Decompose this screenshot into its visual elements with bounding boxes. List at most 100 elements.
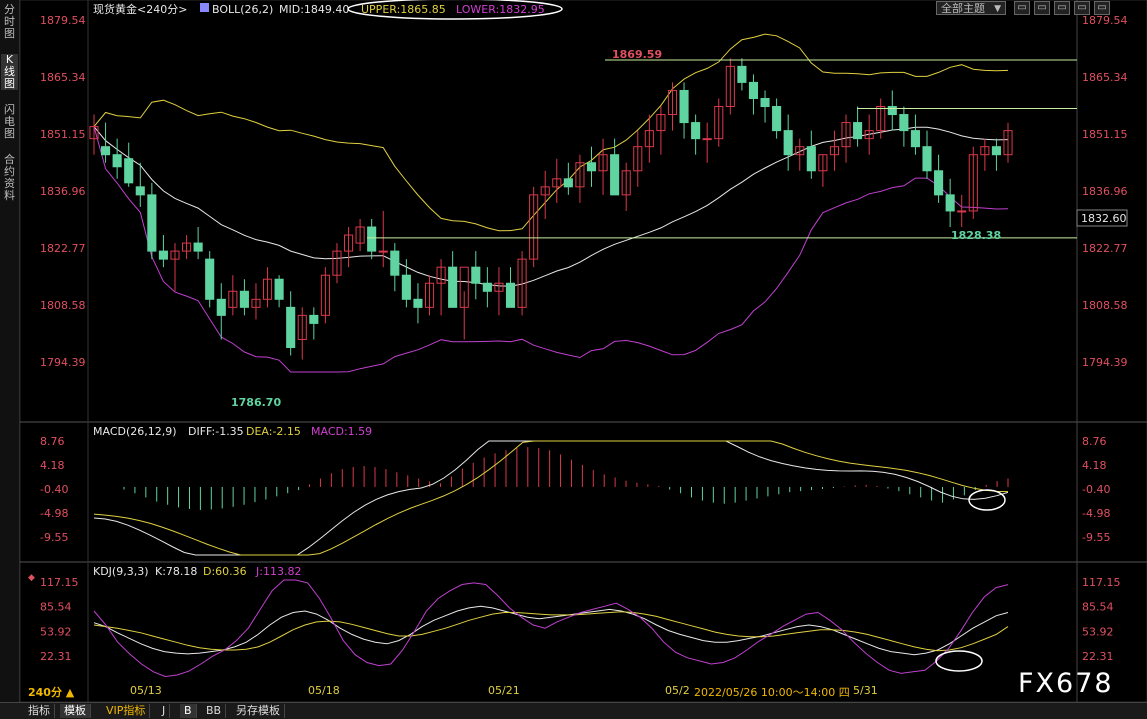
candle-body <box>679 89 689 124</box>
candle-body <box>135 186 145 196</box>
macd-cross-marker <box>968 489 1006 511</box>
candle-body <box>934 170 944 196</box>
price-axis-left-label: 1808.58 <box>40 299 86 312</box>
candle-body <box>760 97 770 108</box>
window-button-1[interactable]: ▭ <box>1014 1 1030 15</box>
candle-body <box>922 146 932 172</box>
macd-axis-right-label: 8.76 <box>1082 435 1107 448</box>
candle-body <box>286 306 296 349</box>
tab-indicators[interactable]: 指标 <box>24 704 55 718</box>
kdj-k: K:78.18 <box>155 565 197 578</box>
macd-axis-right-label: 4.18 <box>1082 459 1107 472</box>
tab-templates[interactable]: 模板 <box>60 704 91 718</box>
time-tooltip: 2022/05/26 10:00～14:00 四 <box>694 684 850 700</box>
watermark-logo: FX678 <box>1018 668 1114 699</box>
price-axis-right-label: 1836.96 <box>1082 185 1128 198</box>
candle-body <box>945 194 955 212</box>
candle-body <box>112 154 122 168</box>
price-axis-left-label: 1865.34 <box>40 71 86 84</box>
candle-body <box>205 258 215 300</box>
candle-body <box>101 146 111 156</box>
boll-upper-label: UPPER:1865.85 <box>361 3 446 16</box>
candle-body <box>887 106 897 116</box>
boll-upper-line <box>93 33 1009 232</box>
window-button-4[interactable]: ▭ <box>1074 1 1090 15</box>
price-axis-right-label: 1865.34 <box>1082 71 1128 84</box>
candle-body <box>737 65 747 83</box>
window-button-2[interactable]: ▭ <box>1034 1 1050 15</box>
candle-body <box>991 146 1001 156</box>
kdj-series <box>93 579 1009 678</box>
tab-b[interactable]: B <box>180 704 197 718</box>
kdj-axis-left-label: 85.54 <box>40 601 72 614</box>
candle-body <box>853 122 863 140</box>
candle-body <box>505 282 516 308</box>
tab-bb[interactable]: BB <box>202 704 227 718</box>
kdj-cross-marker <box>935 650 983 672</box>
macd-axis-right-label: -0.40 <box>1082 483 1110 496</box>
macd-title: MACD(26,12,9) <box>93 425 177 438</box>
candle-body <box>390 250 400 276</box>
candle-body <box>274 278 284 300</box>
window-button-5[interactable]: ▭ <box>1094 1 1110 15</box>
candle-body <box>783 130 793 156</box>
candle-body <box>216 298 226 316</box>
kdj-axis-right-label: 22.31 <box>1082 650 1114 663</box>
kdj-axis-right-label: 85.54 <box>1082 601 1114 614</box>
boll-mid-label: MID:1849.40 <box>279 3 349 16</box>
tab-save-template[interactable]: 另存模板 <box>232 704 285 718</box>
macd-axis-left-label: 8.76 <box>40 435 65 448</box>
x-axis-date-label: 5/31 <box>853 684 878 697</box>
chart-area[interactable]: 现货黄金<240分> BOLL(26,2) MID:1849.40 UPPER:… <box>0 0 1147 702</box>
price-axis-left-label: 1879.54 <box>40 14 86 27</box>
macd-axis-left-label: -4.98 <box>40 507 68 520</box>
macd-diff: DIFF:-1.35 <box>188 425 244 438</box>
window-button-3[interactable]: ▭ <box>1054 1 1070 15</box>
candle-body <box>367 226 377 252</box>
macd-axis-left-label: 4.18 <box>40 459 65 472</box>
period-selector[interactable]: 240分 ▲ <box>28 684 74 700</box>
high-annotation: 1869.59 <box>612 48 662 61</box>
kdj-k-line <box>93 605 1009 656</box>
macd-axis-right-label: -9.55 <box>1082 531 1110 544</box>
low-annotation: 1786.70 <box>231 396 281 409</box>
current-price-label: 1832.60 <box>1081 212 1127 225</box>
boll-lower-line <box>93 126 1009 373</box>
kdj-axis-left-label: 22.31 <box>40 650 72 663</box>
x-axis-date-label: 05/21 <box>488 684 520 697</box>
candle-body <box>610 154 620 196</box>
kdj-axis-right-label: 53.92 <box>1082 625 1114 638</box>
candle-body <box>957 210 967 213</box>
candle-body <box>772 106 782 132</box>
candle-body <box>309 314 319 324</box>
macd-axis-left-label: -9.55 <box>40 531 68 544</box>
price-axis-left-label: 1794.39 <box>40 356 86 369</box>
price-axis-right-label: 1822.77 <box>1082 242 1128 255</box>
candle-body <box>586 162 597 172</box>
kdj-j: J:113.82 <box>255 565 301 578</box>
kdj-axis-left-label: 53.92 <box>40 625 72 638</box>
x-axis-date-label: 05/13 <box>130 684 162 697</box>
boll-label: BOLL(26,2) <box>212 3 273 16</box>
bollinger-bands <box>93 33 1009 373</box>
chevron-down-icon: ▼ <box>994 4 1001 14</box>
candle-body <box>158 250 168 260</box>
price-axis-left-label: 1822.77 <box>40 242 86 255</box>
theme-selector[interactable]: 全部主题 ▼ <box>936 1 1006 15</box>
chart-frame <box>19 0 1147 702</box>
price-axis-right-label: 1794.39 <box>1082 356 1128 369</box>
tab-j[interactable]: J <box>158 704 171 718</box>
symbol-label: 现货黄金<240分> <box>93 2 187 16</box>
tab-vip-indicators[interactable]: VIP指标 <box>102 704 151 718</box>
macd-diff-line <box>93 440 1009 556</box>
kdj-axis-right-label: 117.15 <box>1082 576 1121 589</box>
price-axis-right-label: 1808.58 <box>1082 299 1128 312</box>
candle-body <box>471 266 481 284</box>
x-axis-date-label: 05/18 <box>308 684 340 697</box>
price-axis-left-label: 1836.96 <box>40 185 86 198</box>
candle-body <box>147 194 157 252</box>
macd-dea-line <box>93 440 1009 556</box>
macd-series <box>93 440 1009 556</box>
kdj-j-line <box>93 579 1009 678</box>
x-axis-date-label: 05/2 <box>665 684 690 697</box>
